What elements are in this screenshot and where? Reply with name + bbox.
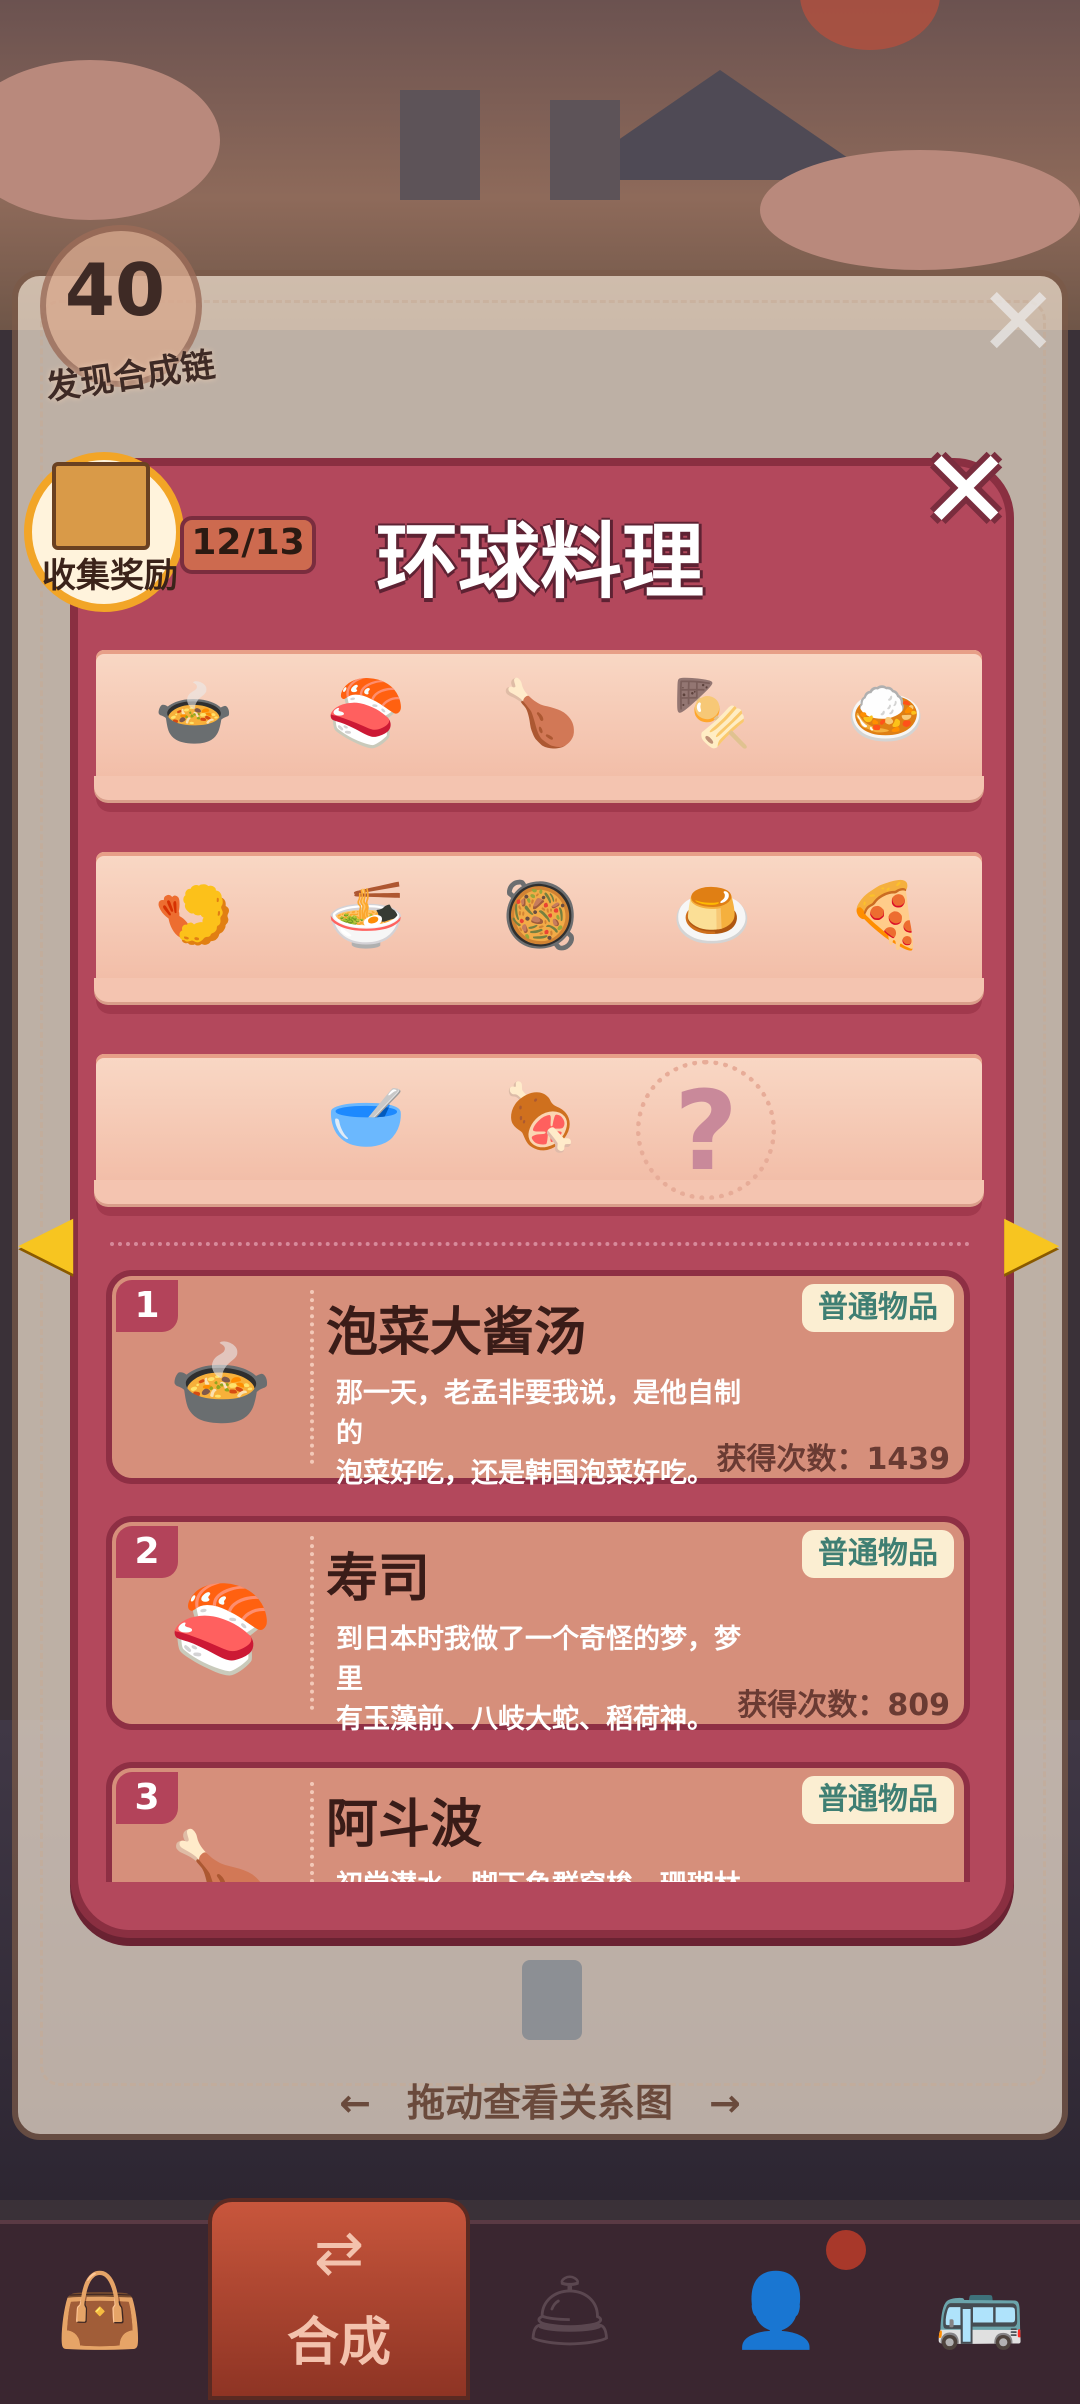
reward-box-icon bbox=[52, 462, 150, 550]
tab-merge-label: 合成 bbox=[286, 2313, 391, 2373]
prev-page-icon[interactable]: ◀ bbox=[18, 1200, 73, 1280]
green-curry-icon[interactable]: 🥣 bbox=[310, 1078, 422, 1158]
item-name: 阿斗波 bbox=[326, 1795, 483, 1855]
arrow-right-icon: → bbox=[709, 2081, 741, 2125]
modal-title: 环球料理 bbox=[375, 515, 704, 610]
chef-icon[interactable]: 👤 bbox=[706, 2250, 846, 2370]
kimchi-stew-pot-icon: 🍲 bbox=[168, 1334, 274, 1432]
item-number: 2 bbox=[116, 1526, 178, 1578]
notification-dot bbox=[826, 2230, 866, 2270]
unknown-dish-icon[interactable]: ? bbox=[636, 1060, 776, 1200]
merge-icon: ⇄ bbox=[313, 2218, 365, 2288]
shelf-1: 🍲 🍣 🍗 🍢 🍛 bbox=[94, 650, 984, 800]
item-list[interactable]: 1 🍲 泡菜大酱汤 普通物品 那一天，老孟非要我说，是他自制的 泡菜好吃，还是韩国… bbox=[106, 1262, 976, 1882]
skewers-icon[interactable]: 🍢 bbox=[656, 674, 768, 754]
list-item[interactable]: 3 🍗 阿斗波 普通物品 初尝潜水，脚下鱼群穿梭，珊瑚林立 bbox=[106, 1762, 970, 1882]
progress-text: 12/13 bbox=[191, 522, 305, 563]
bag-icon[interactable]: 👜 bbox=[30, 2250, 170, 2370]
blossom-bush bbox=[760, 150, 1080, 270]
item-number: 1 bbox=[116, 1280, 178, 1332]
bus-icon[interactable]: 🚌 bbox=[910, 2250, 1050, 2370]
braised-pork-icon[interactable]: 🥘 bbox=[484, 876, 596, 956]
drag-hint: ← 拖动查看关系图 → bbox=[0, 2072, 1080, 2127]
obtain-count: 获得次数：809 bbox=[737, 1688, 950, 1723]
reward-label: 收集奖励 bbox=[42, 556, 178, 596]
sushi-roll-icon[interactable]: 🍣 bbox=[310, 674, 422, 754]
list-item[interactable]: 1 🍲 泡菜大酱汤 普通物品 那一天，老孟非要我说，是他自制的 泡菜好吃，还是韩国… bbox=[106, 1270, 970, 1489]
obtain-count: 获得次数：1439 bbox=[716, 1442, 951, 1477]
next-page-icon[interactable]: ▶ bbox=[1004, 1200, 1059, 1280]
shelf-2: 🍤 🍜 🥘 🍮 🍕 bbox=[94, 852, 984, 1002]
divider bbox=[110, 1242, 970, 1246]
arrow-left-icon: ← bbox=[339, 2081, 371, 2125]
shelf-3: 🥣 🍖 ? bbox=[94, 1054, 984, 1204]
pizza-icon[interactable]: 🍕 bbox=[830, 876, 942, 956]
kimchi-stew-pot-icon[interactable]: 🍲 bbox=[138, 674, 250, 754]
trash-bin-icon bbox=[522, 1960, 582, 2040]
pudding-cups-icon[interactable]: 🍮 bbox=[656, 876, 768, 956]
sushi-roll-icon: 🍣 bbox=[168, 1580, 274, 1678]
shrimp-tempura-bowl-icon[interactable]: 🍤 bbox=[138, 876, 250, 956]
curry-plate-icon[interactable]: 🍛 bbox=[830, 674, 942, 754]
chain-count: 40 bbox=[64, 248, 166, 332]
grilled-dish-icon[interactable]: 🍖 bbox=[484, 1078, 596, 1158]
panel-close-icon[interactable]: ✕ bbox=[978, 274, 1058, 370]
item-description: 那一天，老孟非要我说，是他自制的 泡菜好吃，还是韩国泡菜好吃。 bbox=[336, 1378, 741, 1489]
rarity-tag: 普通物品 bbox=[802, 1284, 954, 1332]
rarity-tag: 普通物品 bbox=[802, 1530, 954, 1578]
item-number: 3 bbox=[116, 1772, 178, 1824]
item-description: 到日本时我做了一个奇怪的梦，梦里 有玉藻前、八岐大蛇、稻荷神。 bbox=[336, 1624, 741, 1735]
noodle-bowl-icon[interactable]: 🍜 bbox=[310, 876, 422, 956]
building bbox=[400, 90, 480, 200]
rarity-tag: 普通物品 bbox=[802, 1776, 954, 1824]
item-name: 寿司 bbox=[326, 1549, 431, 1609]
roast-chicken-icon[interactable]: 🍗 bbox=[484, 674, 596, 754]
list-item[interactable]: 2 🍣 寿司 普通物品 到日本时我做了一个奇怪的梦，梦里 有玉藻前、八岐大蛇、稻荷… bbox=[106, 1516, 970, 1735]
building bbox=[550, 100, 620, 200]
roast-chicken-icon: 🍗 bbox=[168, 1826, 274, 1882]
service-bell-icon[interactable]: 🛎 bbox=[500, 2250, 640, 2370]
close-icon[interactable]: ✕ bbox=[920, 435, 1012, 545]
drag-hint-text: 拖动查看关系图 bbox=[406, 2081, 673, 2125]
item-description: 初尝潜水，脚下鱼群穿梭，珊瑚林立 bbox=[336, 1866, 756, 1882]
item-name: 泡菜大酱汤 bbox=[326, 1303, 587, 1363]
